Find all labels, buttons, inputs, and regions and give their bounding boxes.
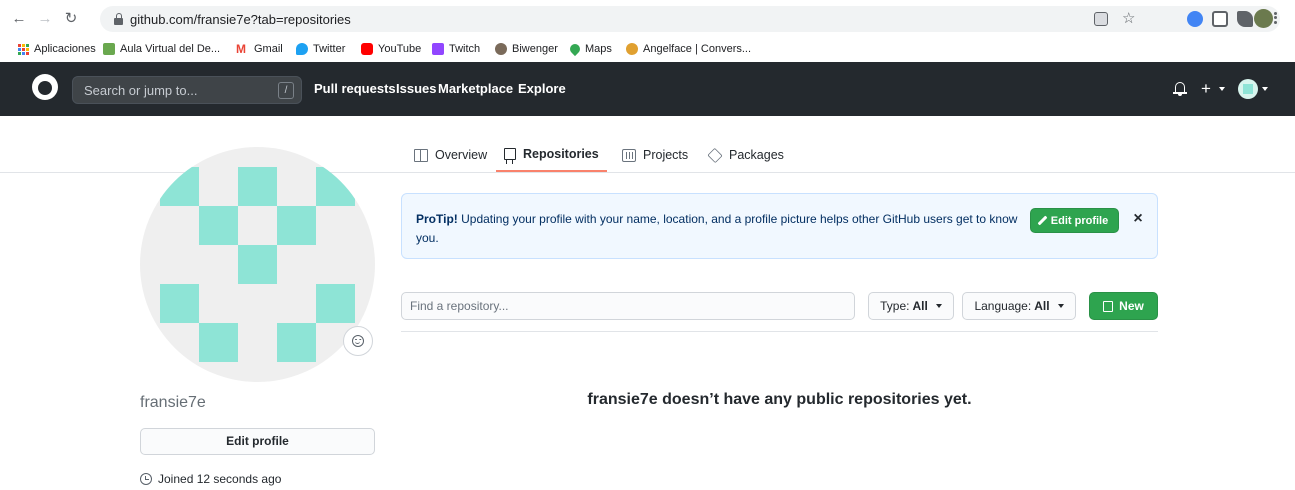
book-icon [414,148,428,162]
edit-profile-button[interactable]: Edit profile [140,428,375,455]
more-vert-icon[interactable] [1272,10,1278,28]
url-text: github.com/fransie7e?tab=repositories [130,12,351,27]
new-repository-button[interactable]: New [1089,292,1158,320]
tab-overview[interactable]: Overview [406,138,495,172]
github-header: Search or jump to... / Pull requests Iss… [0,62,1295,116]
forward-arrow-icon[interactable]: → [36,10,54,28]
chevron-down-icon [1057,304,1064,308]
chevron-down-icon [935,304,942,308]
address-bar[interactable]: github.com/fransie7e?tab=repositories ☆ [100,6,1280,32]
browser-toolbar: ← → ↻ github.com/fransie7e?tab=repositor… [0,0,1295,38]
package-icon [707,147,723,163]
set-status-button[interactable] [343,326,373,356]
protip-edit-profile-button[interactable]: Edit profile [1030,208,1119,233]
empty-repositories-message: fransie7e doesn’t have any public reposi… [587,391,972,408]
tab-packages[interactable]: Packages [700,138,792,172]
bookmark-angelface[interactable]: Angelface | Convers... [626,41,751,57]
tab-repositories[interactable]: Repositories [496,138,607,172]
protip-text: ProTip! Updating your profile with your … [416,212,1018,245]
twitch-icon [432,43,444,55]
pencil-icon [1037,215,1048,226]
bookmark-twitter[interactable]: Twitter [296,41,345,57]
repo-icon [1103,300,1114,312]
bookmark-apps[interactable]: Aplicaciones [18,41,96,57]
user-menu-caret-icon[interactable] [1262,87,1268,91]
bookmark-gmail[interactable]: M Gmail [236,41,283,57]
lock-icon[interactable] [114,13,123,25]
clock-icon [140,473,152,485]
translate-icon[interactable] [1094,12,1108,26]
create-new-plus-icon[interactable]: + [1201,80,1211,97]
profile-username: fransie7e [140,394,206,411]
create-menu-caret-icon[interactable] [1219,87,1225,91]
github-logo-icon[interactable] [32,74,58,100]
extension-grid-icon[interactable] [1212,11,1228,27]
language-filter-dropdown[interactable]: Language: All [962,292,1076,320]
angelface-icon [626,43,638,55]
back-arrow-icon[interactable]: ← [10,10,28,28]
repo-icon [504,148,516,164]
search-shortcut-key: / [278,82,294,99]
find-repository-input[interactable]: Find a repository... [401,292,855,320]
reload-icon[interactable]: ↻ [62,10,80,28]
header-search-input[interactable]: Search or jump to... / [72,76,302,104]
bookmark-star-icon[interactable]: ☆ [1122,9,1135,27]
apps-grid-icon [18,43,29,55]
gmail-icon: M [236,42,246,56]
bookmark-youtube[interactable]: YouTube [361,41,421,57]
project-icon [622,148,636,162]
profile-avatar-chrome[interactable] [1254,9,1273,28]
bookmark-biwenger[interactable]: Biwenger [495,41,558,57]
nav-issues[interactable]: Issues [396,81,436,96]
twitter-icon [296,43,308,55]
nav-explore[interactable]: Explore [518,81,566,96]
repo-list-divider [401,331,1158,332]
bookmark-twitch[interactable]: Twitch [432,41,480,57]
biwenger-icon [495,43,507,55]
bookmark-aula-virtual[interactable]: Aula Virtual del De... [103,41,220,57]
protip-banner: ProTip! Updating your profile with your … [401,193,1158,259]
aula-virtual-icon [103,43,115,55]
extensions-puzzle-icon[interactable] [1237,11,1253,27]
bookmark-maps[interactable]: Maps [567,41,612,57]
type-filter-dropdown[interactable]: Type: All [868,292,954,320]
notifications-bell-icon[interactable] [1173,81,1187,97]
nav-marketplace[interactable]: Marketplace [438,81,513,96]
close-icon[interactable]: × [1129,210,1147,228]
profile-avatar[interactable] [140,147,375,382]
bookmarks-bar: Aplicaciones Aula Virtual del De... M Gm… [0,38,1295,60]
header-avatar[interactable] [1238,79,1258,99]
tab-projects[interactable]: Projects [614,138,696,172]
maps-icon [567,41,583,57]
nav-pull-requests[interactable]: Pull requests [314,81,396,96]
extension-opera-icon[interactable] [1187,11,1203,27]
smiley-icon [352,335,364,347]
youtube-icon [361,43,373,55]
joined-info: Joined 12 seconds ago [140,472,281,486]
